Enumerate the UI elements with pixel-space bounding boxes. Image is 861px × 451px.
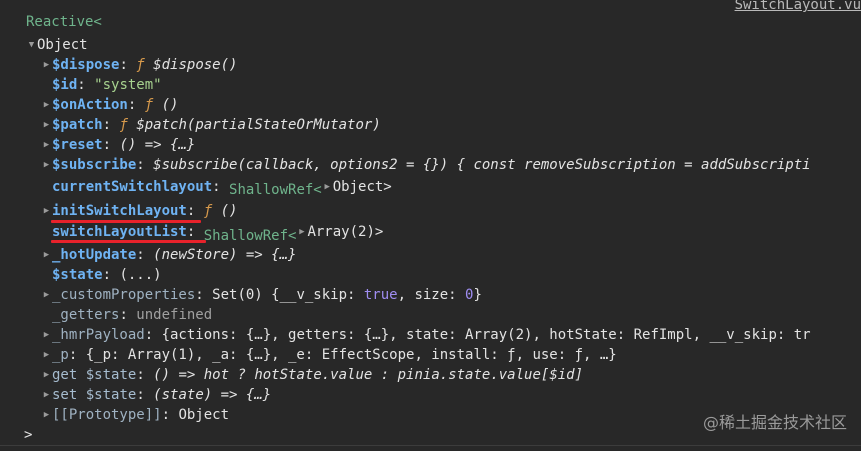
row-get-state[interactable]: ▶ get $state: () => hot ? hotState.value … (41, 365, 583, 385)
row-state[interactable]: $state: (...) (52, 265, 162, 285)
collapsed-triangle-icon[interactable]: ▶ (296, 222, 307, 242)
console-prompt[interactable]: > (24, 425, 32, 445)
row-patch[interactable]: ▶ $patch: ƒ $patch(partialStateOrMutator) (41, 115, 381, 135)
collapsed-triangle-icon[interactable]: ▶ (41, 385, 52, 405)
object-root-row[interactable]: ▼ Object (26, 35, 88, 55)
expanded-triangle-icon[interactable]: ▼ (26, 35, 37, 55)
row-onaction[interactable]: ▶ $onAction: ƒ () (41, 95, 179, 115)
collapsed-triangle-icon[interactable]: ▶ (41, 201, 52, 221)
row-p[interactable]: ▶ _p: {_p: Array(1), _a: {…}, _e: EffectS… (41, 345, 617, 365)
row-id: $id: "system" (52, 77, 162, 93)
row-set-state[interactable]: ▶ set $state: (state) => {…} (41, 385, 271, 405)
collapsed-triangle-icon[interactable]: ▶ (41, 345, 52, 365)
row-hmrpayload[interactable]: ▶ _hmrPayload: {actions: {…}, getters: {…… (41, 325, 811, 345)
collapsed-triangle-icon[interactable]: ▶ (41, 135, 52, 155)
collapsed-triangle-icon[interactable]: ▶ (41, 55, 52, 75)
collapsed-triangle-icon[interactable]: ▶ (41, 95, 52, 115)
collapsed-triangle-icon[interactable]: ▶ (41, 405, 52, 425)
collapsed-triangle-icon[interactable]: ▶ (41, 325, 52, 345)
row-dispose[interactable]: ▶ $dispose: ƒ $dispose() (41, 55, 238, 75)
source-file-link[interactable]: SwitchLayout.vu (735, 0, 861, 13)
row-hotupdate[interactable]: ▶ _hotUpdate: (newStore) => {…} (41, 245, 297, 265)
watermark: @稀土掘金技术社区 (702, 413, 847, 432)
collapsed-triangle-icon[interactable]: ▶ (322, 177, 333, 197)
collapsed-triangle-icon[interactable]: ▶ (41, 115, 52, 135)
row-currentswitchlayout: currentSwitchlayout: ShallowRef< ▶ Object> (52, 177, 392, 198)
row-reset[interactable]: ▶ $reset: () => {…} (41, 135, 196, 155)
collapsed-triangle-icon[interactable]: ▶ (41, 245, 52, 265)
divider (0, 445, 861, 446)
row-switchlayoutlist: switchLayoutList: ShallowRef< ▶ Array(2)> (52, 222, 384, 244)
red-underline-list (51, 240, 206, 243)
row-customproperties[interactable]: ▶ _customProperties: Set(0) {__v_skip: tr… (41, 285, 482, 305)
reactive-header: Reactive< (26, 14, 102, 30)
collapsed-triangle-icon[interactable]: ▶ (41, 365, 52, 385)
row-initswitchlayout[interactable]: ▶ initSwitchLayout: ƒ () (41, 201, 238, 221)
collapsed-triangle-icon[interactable]: ▶ (41, 155, 52, 175)
row-prototype[interactable]: ▶ [[Prototype]]: Object (41, 405, 229, 425)
row-getters: _getters: undefined (52, 307, 213, 323)
row-subscribe[interactable]: ▶ $subscribe: $subscribe(callback, option… (41, 155, 811, 175)
collapsed-triangle-icon[interactable]: ▶ (41, 285, 52, 305)
